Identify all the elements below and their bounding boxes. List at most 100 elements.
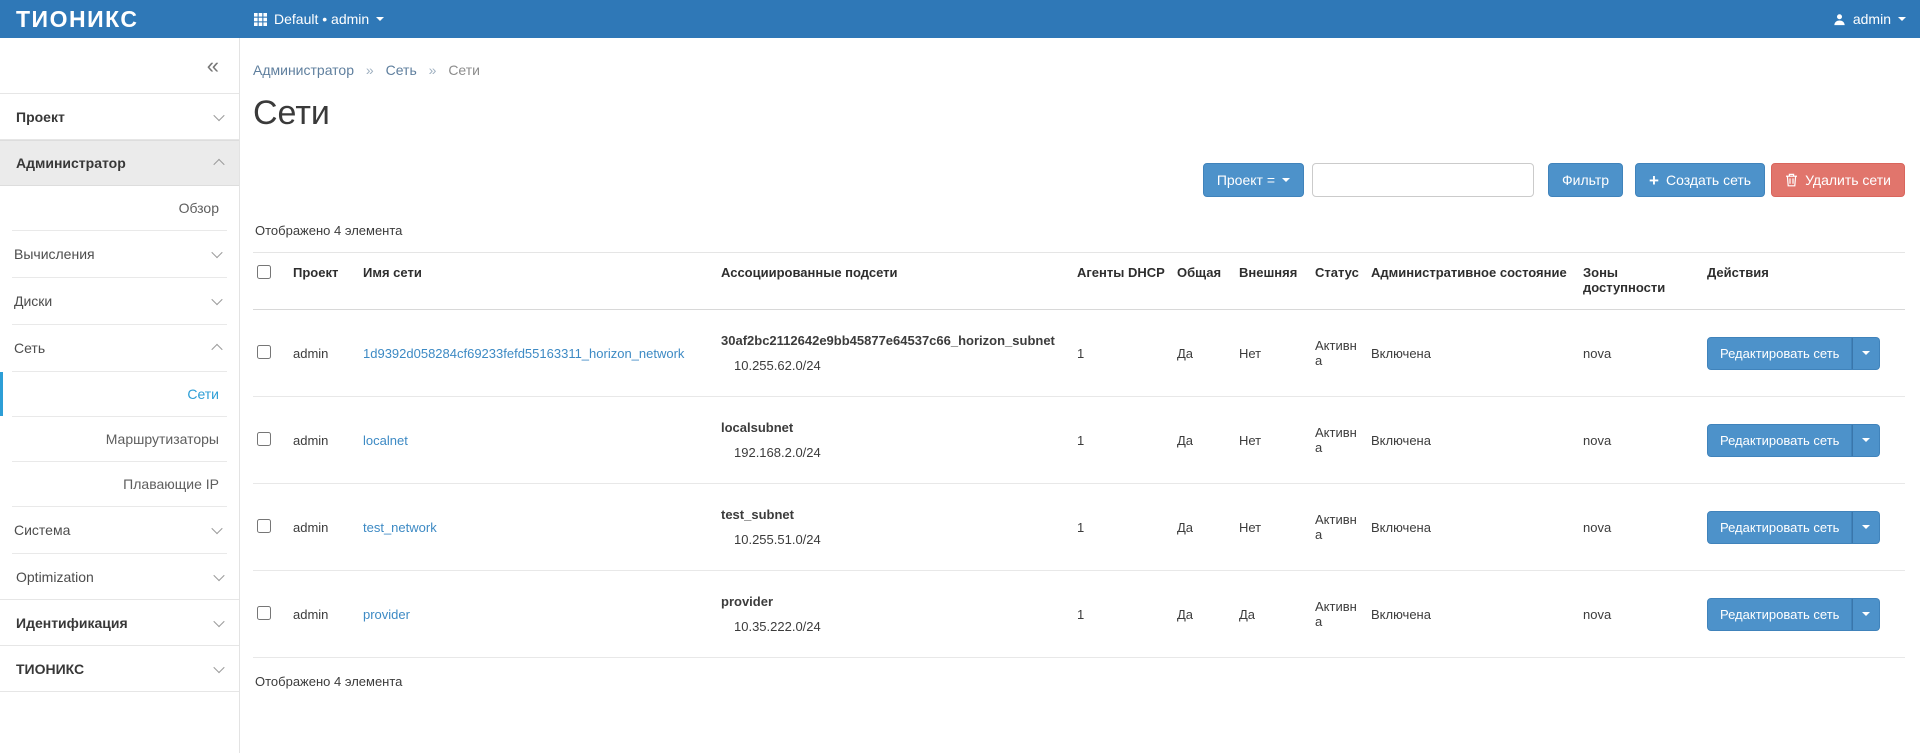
network-name-link[interactable]: provider bbox=[363, 607, 410, 622]
sidebar-item-networks[interactable]: Сети bbox=[12, 372, 227, 416]
sidebar-group-label: Диски bbox=[14, 293, 52, 309]
row-actions: Редактировать сеть bbox=[1707, 511, 1880, 544]
chevron-up-icon bbox=[213, 159, 224, 170]
row-actions-dropdown-toggle[interactable] bbox=[1852, 598, 1880, 631]
row-checkbox[interactable] bbox=[257, 606, 271, 620]
cell-admin-state: Включена bbox=[1371, 397, 1583, 484]
row-actions-dropdown-toggle[interactable] bbox=[1852, 337, 1880, 370]
col-header-external[interactable]: Внешняя bbox=[1239, 253, 1315, 310]
subnet-cidr: 192.168.2.0/24 bbox=[721, 445, 1067, 460]
caret-down-icon bbox=[1898, 17, 1906, 21]
breadcrumb-item[interactable]: Администратор bbox=[253, 62, 354, 78]
chevron-up-icon bbox=[211, 344, 222, 355]
col-header-project[interactable]: Проект bbox=[293, 253, 363, 310]
sidebar-section-label: Optimization bbox=[16, 569, 94, 585]
cell-subnets: 30af2bc2112642e9bb45877e64537c66_horizon… bbox=[721, 310, 1077, 397]
sidebar-item-routers[interactable]: Маршрутизаторы bbox=[12, 417, 227, 461]
items-count-bottom: Отображено 4 элемента bbox=[255, 674, 1905, 689]
topbar-spacer bbox=[398, 0, 1819, 38]
edit-network-button[interactable]: Редактировать сеть bbox=[1707, 337, 1852, 370]
network-name-link[interactable]: test_network bbox=[363, 520, 437, 535]
page-layout: « Проект Администратор Обзор Вычисления … bbox=[0, 38, 1920, 753]
network-name-link[interactable]: localnet bbox=[363, 433, 408, 448]
col-header-shared[interactable]: Общая bbox=[1177, 253, 1239, 310]
subnet-cidr: 10.255.62.0/24 bbox=[721, 358, 1067, 373]
subnet-name: provider bbox=[721, 594, 1067, 609]
row-actions-dropdown-toggle[interactable] bbox=[1852, 424, 1880, 457]
col-header-availability-zones[interactable]: Зоны доступности bbox=[1583, 253, 1707, 310]
filter-button[interactable]: Фильтр bbox=[1548, 163, 1623, 197]
cell-availability-zone: nova bbox=[1583, 310, 1707, 397]
cell-actions: Редактировать сеть bbox=[1707, 484, 1905, 571]
subnet-name: test_subnet bbox=[721, 507, 1067, 522]
cell-shared: Да bbox=[1177, 484, 1239, 571]
edit-network-button[interactable]: Редактировать сеть bbox=[1707, 424, 1852, 457]
cell-project: admin bbox=[293, 484, 363, 571]
select-all-checkbox[interactable] bbox=[257, 265, 271, 279]
breadcrumb-item[interactable]: Сеть bbox=[386, 62, 417, 78]
subnet-cidr: 10.35.222.0/24 bbox=[721, 619, 1067, 634]
context-switcher[interactable]: Default • admin bbox=[240, 0, 398, 38]
col-header-network-name[interactable]: Имя сети bbox=[363, 253, 721, 310]
col-header-admin-state[interactable]: Административное состояние bbox=[1371, 253, 1583, 310]
row-actions-dropdown-toggle[interactable] bbox=[1852, 511, 1880, 544]
subnet-name: localsubnet bbox=[721, 420, 1067, 435]
edit-network-button[interactable]: Редактировать сеть bbox=[1707, 511, 1852, 544]
cell-dhcp-agents: 1 bbox=[1077, 397, 1177, 484]
sidebar-section-label: Идентификация bbox=[16, 615, 128, 631]
cell-external: Нет bbox=[1239, 484, 1315, 571]
sidebar-collapse-button[interactable]: « bbox=[0, 38, 239, 94]
chevron-down-icon bbox=[213, 615, 224, 626]
table-row: admin test_network test_subnet 10.255.51… bbox=[253, 484, 1905, 571]
row-actions: Редактировать сеть bbox=[1707, 598, 1880, 631]
sidebar-item-overview[interactable]: Обзор bbox=[12, 186, 227, 230]
row-checkbox[interactable] bbox=[257, 345, 271, 359]
cell-availability-zone: nova bbox=[1583, 571, 1707, 658]
col-header-status[interactable]: Статус bbox=[1315, 253, 1371, 310]
caret-down-icon bbox=[376, 17, 384, 21]
breadcrumb-separator: » bbox=[366, 62, 374, 78]
user-label: admin bbox=[1853, 11, 1891, 27]
caret-down-icon bbox=[1862, 525, 1870, 529]
sidebar-group-system[interactable]: Система bbox=[12, 507, 227, 553]
cell-subnets: test_subnet 10.255.51.0/24 bbox=[721, 484, 1077, 571]
collapse-icon: « bbox=[207, 53, 219, 79]
breadcrumb-separator: » bbox=[429, 62, 437, 78]
sidebar-group-compute[interactable]: Вычисления bbox=[12, 231, 227, 277]
trash-icon bbox=[1785, 173, 1798, 187]
row-checkbox[interactable] bbox=[257, 519, 271, 533]
sidebar-section-optimization[interactable]: Optimization bbox=[0, 554, 239, 600]
chevron-down-icon bbox=[211, 247, 222, 258]
sidebar-section-tionix[interactable]: ТИОНИКС bbox=[0, 646, 239, 692]
project-filter-label: Проект = bbox=[1217, 172, 1275, 188]
user-icon bbox=[1833, 13, 1846, 26]
project-filter-dropdown[interactable]: Проект = bbox=[1203, 163, 1304, 197]
search-input[interactable] bbox=[1312, 163, 1534, 197]
cell-status: Активна bbox=[1315, 484, 1371, 571]
sidebar-item-floating-ips[interactable]: Плавающие IP bbox=[12, 462, 227, 506]
network-name-link[interactable]: 1d9392d058284cf69233fefd55163311_horizon… bbox=[363, 346, 684, 361]
sidebar-group-volumes[interactable]: Диски bbox=[12, 278, 227, 324]
col-header-dhcp-agents[interactable]: Агенты DHCP bbox=[1077, 253, 1177, 310]
cell-status: Активна bbox=[1315, 397, 1371, 484]
cell-shared: Да bbox=[1177, 397, 1239, 484]
edit-network-button[interactable]: Редактировать сеть bbox=[1707, 598, 1852, 631]
cell-dhcp-agents: 1 bbox=[1077, 571, 1177, 658]
delete-networks-button[interactable]: Удалить сети bbox=[1771, 163, 1905, 197]
sidebar-item-label: Обзор bbox=[179, 200, 219, 216]
chevron-down-icon bbox=[213, 661, 224, 672]
sidebar-section-admin[interactable]: Администратор bbox=[0, 140, 239, 186]
cell-project: admin bbox=[293, 397, 363, 484]
user-menu[interactable]: admin bbox=[1819, 0, 1920, 38]
sidebar-section-identity[interactable]: Идентификация bbox=[0, 600, 239, 646]
table-toolbar: Проект = Фильтр + Создать сеть Удалить с… bbox=[253, 163, 1905, 197]
sidebar-group-network[interactable]: Сеть bbox=[12, 325, 227, 371]
row-checkbox[interactable] bbox=[257, 432, 271, 446]
row-actions: Редактировать сеть bbox=[1707, 424, 1880, 457]
col-header-subnets[interactable]: Ассоциированные подсети bbox=[721, 253, 1077, 310]
sidebar-item-label: Плавающие IP bbox=[123, 476, 219, 492]
cell-network-name: test_network bbox=[363, 484, 721, 571]
create-network-button[interactable]: + Создать сеть bbox=[1635, 163, 1765, 197]
topbar: ТИОНИКС Default • admin admin bbox=[0, 0, 1920, 38]
sidebar-section-project[interactable]: Проект bbox=[0, 94, 239, 140]
